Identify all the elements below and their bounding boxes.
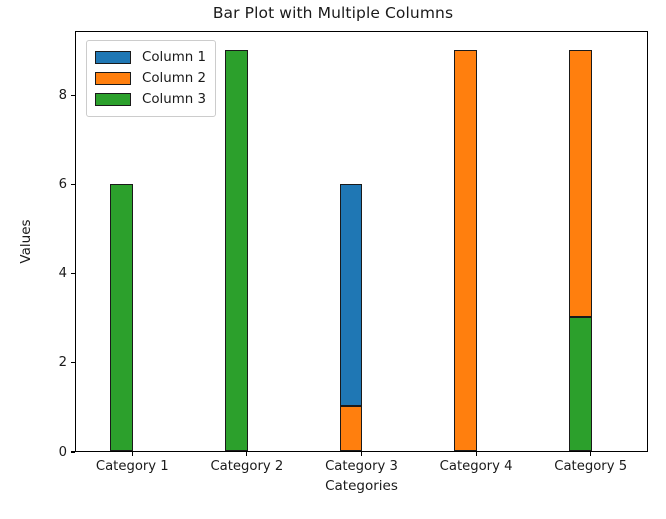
legend-item: Column 2 <box>95 68 206 89</box>
x-axis-tick-label: Category 4 <box>439 459 513 474</box>
bar-segment <box>339 183 363 407</box>
x-axis-tick-mark <box>475 452 477 457</box>
y-axis-tick-label: 2 <box>58 355 67 371</box>
x-axis-label: Categories <box>325 478 398 494</box>
bar-segment <box>568 50 592 318</box>
x-axis-tick-label: Category 1 <box>95 459 169 474</box>
y-axis-tick-label: 8 <box>58 88 67 104</box>
y-axis-tick-label: 6 <box>58 177 67 193</box>
x-axis-tick-mark <box>246 452 248 457</box>
y-axis-tick-label: 4 <box>58 266 67 282</box>
y-axis-tick-group: 0 2 4 6 8 <box>0 31 75 460</box>
bar-group <box>568 30 592 451</box>
bar-group <box>454 30 478 451</box>
legend-swatch <box>95 72 131 85</box>
bar-group <box>224 30 248 451</box>
bar-group <box>339 30 363 451</box>
legend-label: Column 1 <box>142 50 207 65</box>
chart-legend: Column 1 Column 2 Column 3 <box>86 40 217 117</box>
legend-item: Column 1 <box>95 47 206 68</box>
chart-figure: Bar Plot with Multiple Columns Values 02… <box>0 0 666 519</box>
legend-label: Column 2 <box>142 71 207 86</box>
x-axis-tick-mark <box>131 452 133 457</box>
x-axis-tick-label: Category 3 <box>325 459 398 474</box>
legend-swatch <box>95 93 131 106</box>
bar-segment <box>224 50 248 451</box>
x-axis-tick-mark <box>590 452 592 457</box>
x-axis-tick-label: Category 2 <box>210 459 284 474</box>
bar-segment <box>454 50 478 451</box>
bar-segment <box>339 406 363 451</box>
x-axis-tick-mark <box>360 452 363 457</box>
bar-segment <box>568 317 592 451</box>
legend-label: Column 3 <box>142 92 207 107</box>
legend-swatch <box>95 51 131 64</box>
bar-segment <box>110 183 134 451</box>
x-axis-tick-label: Category 5 <box>554 459 628 474</box>
legend-item: Column 3 <box>95 89 206 110</box>
y-axis-tick-label: 0 <box>58 444 67 460</box>
chart-title: Bar Plot with Multiple Columns <box>212 4 454 22</box>
